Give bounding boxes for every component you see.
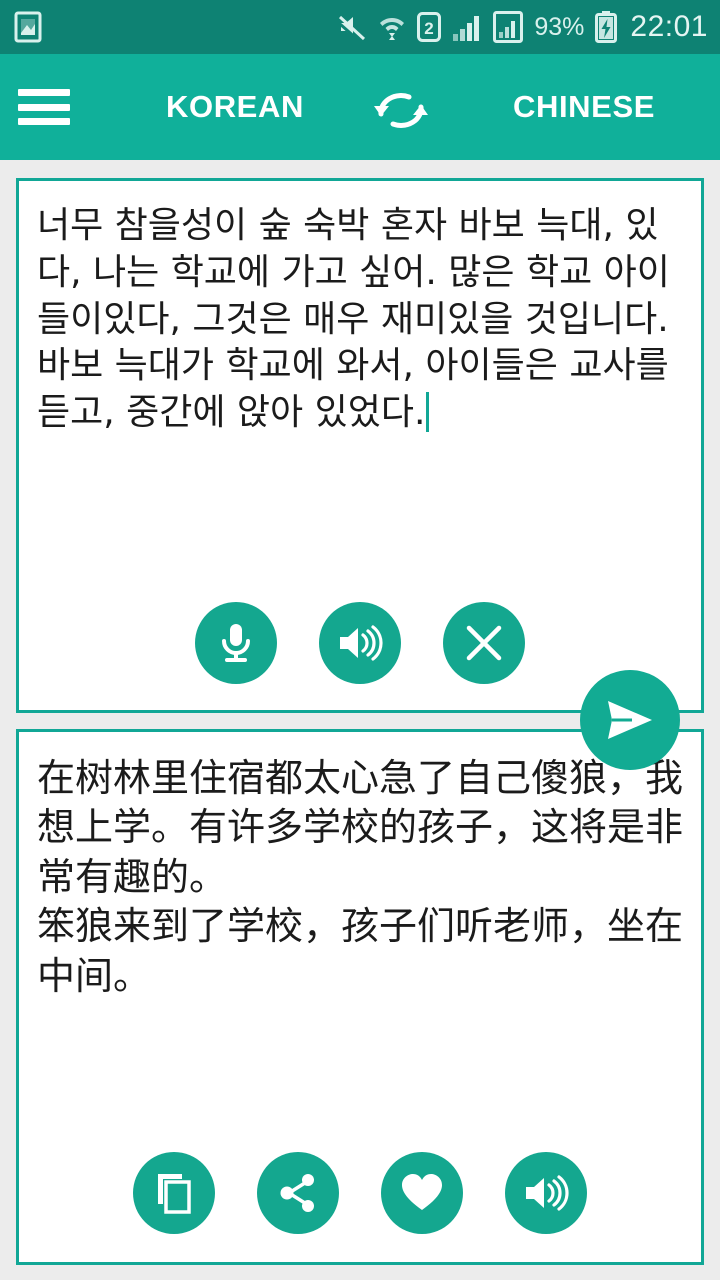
speak-target-button[interactable]	[505, 1152, 587, 1234]
battery-charging-icon	[595, 11, 618, 43]
photo-icon	[14, 11, 42, 43]
svg-text:2: 2	[425, 19, 434, 38]
source-action-buttons	[19, 602, 701, 684]
status-bar: 2 93% 22:01	[0, 0, 720, 54]
mute-icon	[339, 15, 366, 41]
speak-source-button[interactable]	[319, 602, 401, 684]
speaker-icon	[340, 625, 383, 661]
target-text-panel: 在树林里住宿都太心急了自己傻狼，我想上学。有许多学校的孩子，这将是非常有趣的。 …	[16, 729, 704, 1265]
translated-text: 在树林里住宿都太心急了自己傻狼，我想上学。有许多学校的孩子，这将是非常有趣的。 …	[37, 756, 684, 998]
source-text-value: 너무 참을성이 숲 숙박 혼자 바보 늑대, 있다, 나는 학교에 가고 싶어.…	[37, 205, 670, 434]
app-bar: KOREAN CHINESE	[0, 54, 720, 160]
source-text-panel: 너무 참을성이 숲 숙박 혼자 바보 늑대, 있다, 나는 학교에 가고 싶어.…	[16, 178, 704, 713]
hamburger-menu-icon[interactable]	[18, 89, 70, 125]
send-button[interactable]	[580, 670, 680, 770]
microphone-icon	[222, 624, 250, 662]
copy-icon	[158, 1174, 191, 1214]
share-button[interactable]	[257, 1152, 339, 1234]
sim2-icon: 2	[417, 12, 442, 42]
favorite-button[interactable]	[381, 1152, 463, 1234]
hamburger-bar	[18, 103, 70, 111]
close-icon	[466, 625, 502, 661]
swap-languages-button[interactable]	[361, 84, 441, 136]
swap-languages-icon	[374, 93, 428, 128]
signal-2-icon	[493, 11, 524, 43]
heart-icon	[402, 1174, 442, 1210]
status-bar-right-icons: 2 93% 22:01	[337, 10, 708, 44]
target-language-button[interactable]: CHINESE	[513, 89, 655, 125]
target-action-buttons	[19, 1152, 701, 1234]
copy-button[interactable]	[133, 1152, 215, 1234]
source-language-button[interactable]: KOREAN	[166, 89, 304, 125]
hamburger-bar	[18, 89, 70, 96]
status-bar-left-icons	[14, 11, 42, 43]
wifi-icon	[380, 18, 405, 40]
source-text-input[interactable]: 너무 참을성이 숲 숙박 혼자 바보 늑대, 있다, 나는 학교에 가고 싶어.…	[19, 181, 701, 437]
text-caret	[426, 392, 430, 433]
status-bar-clock: 22:01	[630, 10, 708, 43]
battery-percent: 93%	[534, 12, 585, 41]
clear-text-button[interactable]	[443, 602, 525, 684]
speaker-icon	[526, 1175, 569, 1211]
microphone-button[interactable]	[195, 602, 277, 684]
share-icon	[280, 1174, 314, 1212]
send-paper-plane-icon	[608, 701, 652, 739]
hamburger-bar	[18, 118, 70, 125]
signal-1-icon	[453, 16, 480, 41]
